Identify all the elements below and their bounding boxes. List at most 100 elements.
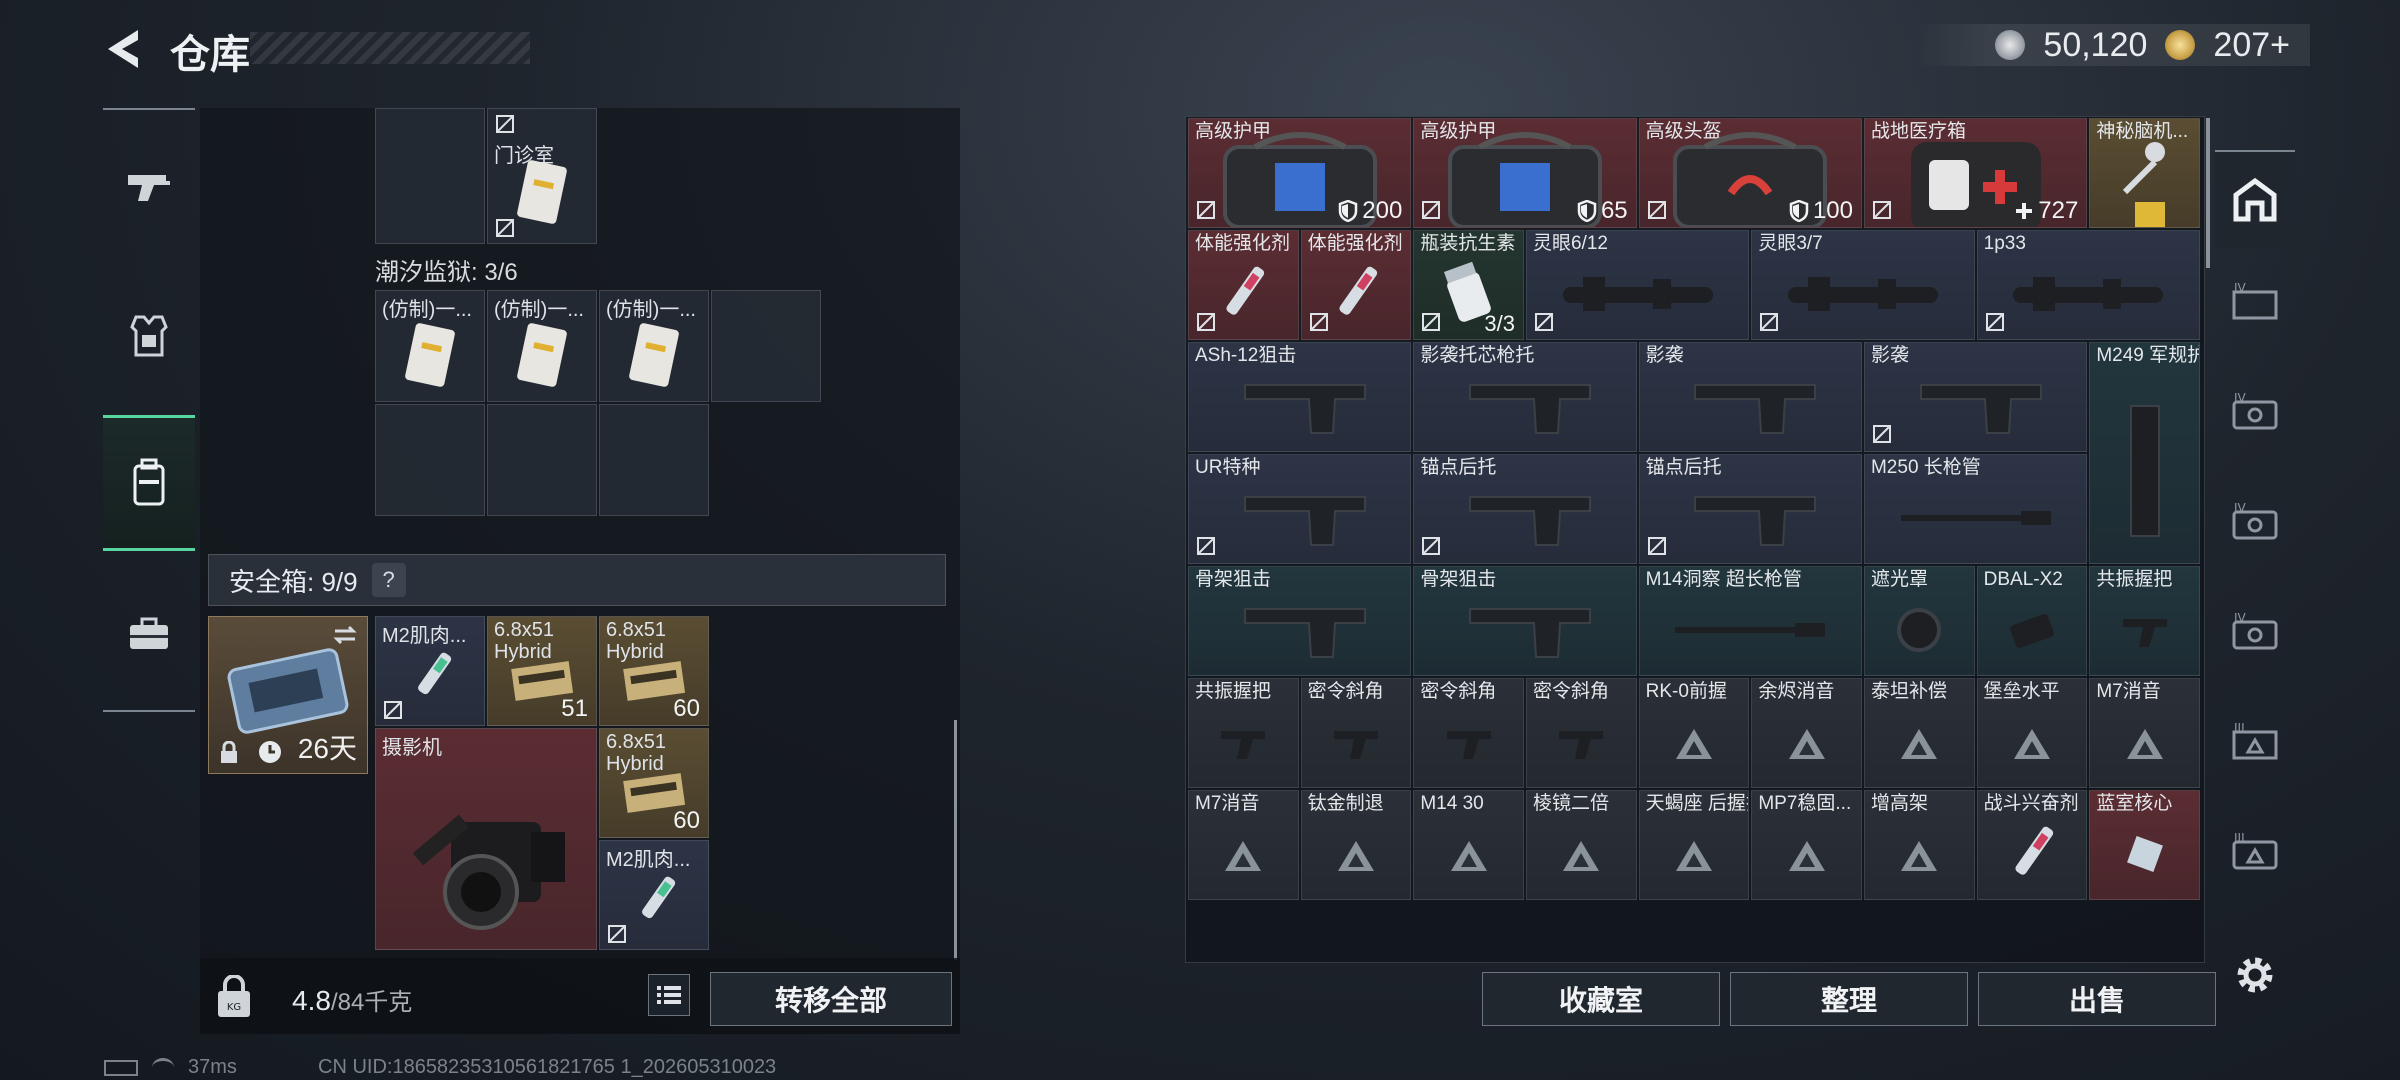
sort-button[interactable]: 整理 bbox=[1730, 972, 1968, 1026]
item-slot-large[interactable]: 摄影机 bbox=[375, 728, 597, 950]
warehouse-item[interactable]: 影袭托芯枪托 bbox=[1413, 342, 1637, 452]
warehouse-item[interactable]: M250 长枪管 bbox=[1863, 454, 2088, 564]
item-name: (仿制)一... bbox=[494, 299, 584, 321]
tab-home[interactable] bbox=[2215, 152, 2295, 248]
nav-backpack[interactable] bbox=[103, 415, 195, 551]
warehouse-item[interactable]: 高级护甲 65 bbox=[1413, 118, 1637, 228]
empty-slot[interactable] bbox=[487, 404, 597, 516]
warehouse-item[interactable]: 灵眼6/12 bbox=[1525, 230, 1750, 340]
swap-icon[interactable] bbox=[331, 623, 359, 647]
warehouse-item[interactable]: 密令斜角 bbox=[1413, 678, 1524, 788]
item-slot[interactable]: (仿制)一... bbox=[599, 290, 709, 402]
empty-slot[interactable] bbox=[375, 108, 485, 244]
tab-tier-iii-folder[interactable]: III bbox=[2215, 702, 2295, 782]
warehouse-item[interactable]: 增高架 bbox=[1863, 790, 1975, 900]
warehouse-item[interactable]: 体能强化剂 bbox=[1188, 230, 1299, 340]
list-icon bbox=[657, 986, 681, 1004]
warehouse-item[interactable]: ASh-12狙击 bbox=[1188, 342, 1412, 452]
warehouse-item[interactable]: 密令斜角 bbox=[1300, 678, 1412, 788]
collection-room-button[interactable]: 收藏室 bbox=[1482, 972, 1720, 1026]
gold-coin-icon bbox=[2165, 30, 2196, 60]
warehouse-item[interactable]: 共振握把 bbox=[1188, 678, 1299, 788]
warehouse-item[interactable]: 蓝室核心 bbox=[2089, 790, 2200, 900]
warehouse-item[interactable]: 瓶装抗生素 3/3 bbox=[1413, 230, 1524, 340]
nav-briefcase[interactable] bbox=[103, 588, 195, 680]
warehouse-item[interactable]: 钛金制退 bbox=[1300, 790, 1412, 900]
item-name: RK-0前握 bbox=[1645, 681, 1727, 702]
settings-gear-icon[interactable] bbox=[2232, 952, 2278, 998]
prison-container-label: 潮汐监狱: 3/6 bbox=[375, 259, 518, 286]
warehouse-item[interactable]: 天蝎座 后握把 bbox=[1638, 790, 1750, 900]
warehouse-item[interactable]: 战地医疗箱 727 bbox=[1863, 118, 2088, 228]
warehouse-item[interactable]: 高级头盔 100 bbox=[1638, 118, 1862, 228]
empty-slot[interactable] bbox=[599, 404, 709, 516]
nav-weapons[interactable] bbox=[103, 140, 195, 232]
tab-tier-iv-case-1[interactable]: IV bbox=[2215, 372, 2295, 452]
warehouse-item[interactable]: 遮光罩 bbox=[1863, 566, 1975, 676]
tab-tier-iv-case-2[interactable]: IV bbox=[2215, 482, 2295, 562]
list-view-button[interactable] bbox=[648, 974, 690, 1016]
item-name: MP7稳固... bbox=[1758, 793, 1852, 814]
nav-armor[interactable] bbox=[103, 290, 195, 382]
warehouse-item[interactable]: 共振握把 bbox=[2089, 566, 2200, 676]
bag-lock-icon[interactable]: KG bbox=[214, 975, 254, 1019]
warehouse-item[interactable]: 1p33 bbox=[1976, 230, 2200, 340]
warehouse-item[interactable]: M7消音 bbox=[2089, 678, 2200, 788]
transfer-all-button[interactable]: 转移全部 bbox=[710, 972, 952, 1026]
keycard-icon bbox=[405, 323, 455, 387]
scope-icon bbox=[2013, 276, 2164, 311]
item-slot[interactable]: M2肌肉... bbox=[375, 616, 485, 726]
item-slot[interactable]: 门诊室 bbox=[487, 108, 597, 244]
silver-coin-icon bbox=[1995, 30, 2026, 60]
warehouse-item[interactable]: 锚点后托 bbox=[1638, 454, 1862, 564]
grip-icon bbox=[1221, 730, 1266, 759]
unbind-icon bbox=[1197, 313, 1215, 331]
item-slot[interactable]: 6.8x51 Hybrid 60 bbox=[599, 728, 709, 838]
tab-tier-iv-case-3[interactable]: IV bbox=[2215, 592, 2295, 672]
back-arrow-icon[interactable] bbox=[100, 26, 146, 72]
warehouse-item[interactable]: 锚点后托 bbox=[1413, 454, 1637, 564]
warehouse-item[interactable]: 棱镜二倍 bbox=[1525, 790, 1637, 900]
item-slot[interactable]: (仿制)一... bbox=[375, 290, 485, 402]
warehouse-item[interactable]: M14 30 bbox=[1413, 790, 1524, 900]
help-icon[interactable]: ? bbox=[371, 563, 406, 597]
item-slot[interactable]: 6.8x51 Hybrid 60 bbox=[599, 616, 709, 726]
warehouse-item[interactable]: 泰坦补偿 bbox=[1863, 678, 1975, 788]
warehouse-item[interactable]: 骨架狙击 bbox=[1413, 566, 1637, 676]
warehouse-item[interactable]: M249 军规护木 bbox=[2089, 342, 2200, 564]
warehouse-item[interactable]: DBAL-X2 bbox=[1976, 566, 2088, 676]
sell-button[interactable]: 出售 bbox=[1978, 972, 2216, 1026]
warehouse-scrollbar[interactable] bbox=[2206, 118, 2210, 268]
tab-tier-iv-folder[interactable]: IV bbox=[2215, 262, 2295, 342]
warehouse-item[interactable]: 密令斜角 bbox=[1525, 678, 1637, 788]
warehouse-item[interactable]: 战斗兴奋剂 bbox=[1976, 790, 2088, 900]
item-name: M249 军规护木 bbox=[2096, 345, 2199, 366]
warehouse-item[interactable]: 高级护甲 200 bbox=[1188, 118, 1412, 228]
add-gold-icon[interactable]: + bbox=[2270, 26, 2290, 64]
empty-slot[interactable] bbox=[375, 404, 485, 516]
home-icon bbox=[2233, 177, 2277, 222]
warehouse-item[interactable]: UR特种 bbox=[1188, 454, 1412, 564]
warehouse-item[interactable]: 影袭 bbox=[1638, 342, 1862, 452]
warehouse-item[interactable]: M7消音 bbox=[1188, 790, 1299, 900]
camera-icon bbox=[412, 814, 565, 930]
warehouse-item[interactable]: 余烬消音 bbox=[1751, 678, 1862, 788]
warehouse-item[interactable]: 体能强化剂 bbox=[1300, 230, 1412, 340]
warehouse-item[interactable]: RK-0前握 bbox=[1638, 678, 1750, 788]
item-slot[interactable]: 6.8x51 Hybrid 51 bbox=[487, 616, 597, 726]
stash-scrollbar[interactable] bbox=[954, 720, 957, 960]
item-slot[interactable]: (仿制)一... bbox=[487, 290, 597, 402]
warehouse-item[interactable]: 堡垒水平 bbox=[1976, 678, 2088, 788]
warehouse-item[interactable]: 骨架狙击 bbox=[1188, 566, 1412, 676]
gold-coin-value[interactable]: 207+ bbox=[2213, 26, 2290, 65]
warehouse-item[interactable]: M14洞察 超长枪管 bbox=[1638, 566, 1862, 676]
warehouse-item[interactable]: 神秘脑机...嗨棒 bbox=[2089, 118, 2200, 228]
item-slot[interactable]: M2肌肉... bbox=[599, 840, 709, 950]
empty-slot[interactable] bbox=[711, 290, 821, 402]
tab-tier-iii-case[interactable]: III bbox=[2215, 812, 2295, 892]
safebox-case[interactable]: 26天 bbox=[208, 616, 368, 774]
warehouse-item[interactable]: MP7稳固... bbox=[1751, 790, 1862, 900]
warehouse-item[interactable]: 影袭 bbox=[1863, 342, 2088, 452]
unbind-icon bbox=[608, 925, 626, 943]
warehouse-item[interactable]: 灵眼3/7 bbox=[1751, 230, 1975, 340]
